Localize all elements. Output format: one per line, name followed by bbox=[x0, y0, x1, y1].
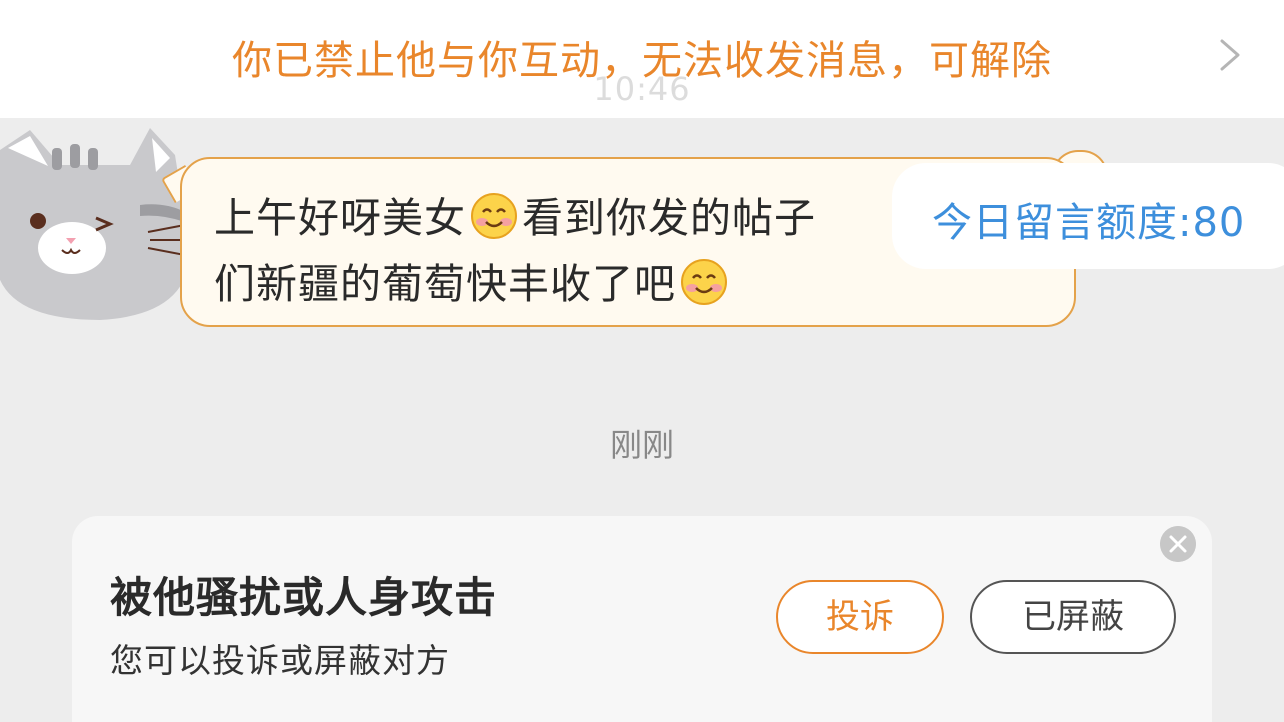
message-text-part: 们新疆的葡萄快丰收了吧 bbox=[214, 260, 676, 308]
message-quota-text: 今日留言额度:80 bbox=[932, 200, 1246, 246]
close-icon[interactable] bbox=[1160, 526, 1196, 562]
message-timestamp: 刚刚 bbox=[609, 426, 674, 464]
cat-avatar-icon[interactable] bbox=[0, 110, 200, 325]
report-card-subtitle: 您可以投诉或屏蔽对方 bbox=[110, 641, 450, 680]
message-quota-pill: 今日留言额度:80 bbox=[892, 163, 1284, 269]
chevron-right-icon bbox=[1220, 39, 1240, 71]
harassment-report-card: 被他骚扰或人身攻击 您可以投诉或屏蔽对方 投诉 已屏蔽 bbox=[72, 516, 1212, 722]
smiling-emoji-icon bbox=[471, 193, 517, 239]
smiling-emoji-icon bbox=[681, 259, 727, 305]
banner-text: 你已禁止他与你互动，无法收发消息，可解除 bbox=[232, 38, 1052, 84]
message-text-part: 上午好呀美女 bbox=[214, 194, 466, 242]
report-card-title: 被他骚扰或人身攻击 bbox=[110, 573, 498, 622]
unblock-banner[interactable]: 10:46 你已禁止他与你互动，无法收发消息，可解除 bbox=[0, 0, 1284, 118]
complain-button[interactable]: 投诉 bbox=[776, 580, 944, 654]
blocked-button[interactable]: 已屏蔽 bbox=[970, 580, 1176, 654]
message-text-part: 看到你发的帖子 bbox=[522, 194, 816, 242]
